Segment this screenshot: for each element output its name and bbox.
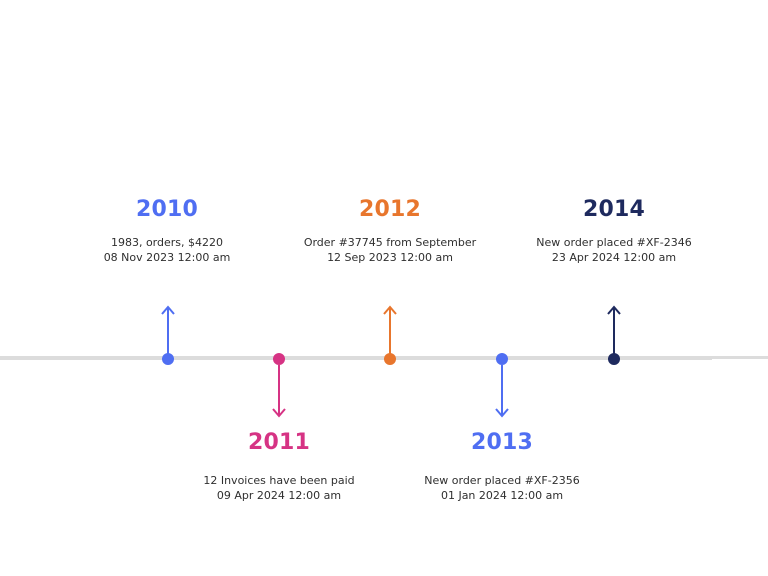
- event-date: 12 Sep 2023 12:00 am: [327, 251, 453, 264]
- arrow-up-icon: [383, 305, 397, 356]
- timeline-event-2010: 2010 1983, orders, $4220 08 Nov 2023 12:…: [57, 199, 277, 265]
- event-title: New order placed #XF-2346: [536, 236, 692, 249]
- event-title: 12 Invoices have been paid: [203, 474, 355, 487]
- timeline-event-2012: 2012 Order #37745 from September 12 Sep …: [280, 199, 500, 265]
- timeline-event-2014: 2014 New order placed #XF-2346 23 Apr 20…: [504, 199, 724, 265]
- arrow-up-icon: [161, 305, 175, 356]
- timeline-event-2013: 2013 New order placed #XF-2356 01 Jan 20…: [392, 432, 612, 503]
- timeline-dot[interactable]: [496, 353, 508, 365]
- timeline-dot[interactable]: [273, 353, 285, 365]
- event-title: Order #37745 from September: [303, 236, 477, 249]
- timeline-axis-tail: [712, 356, 768, 359]
- event-title: New order placed #XF-2356: [424, 474, 580, 487]
- event-date: 08 Nov 2023 12:00 am: [103, 251, 231, 264]
- event-year: 2012: [358, 197, 422, 222]
- timeline-axis: [0, 356, 712, 360]
- timeline-dot[interactable]: [384, 353, 396, 365]
- event-date: 23 Apr 2024 12:00 am: [551, 251, 677, 264]
- timeline-dot[interactable]: [162, 353, 174, 365]
- timeline-event-2011: 2011 12 Invoices have been paid 09 Apr 2…: [169, 432, 389, 503]
- arrow-up-icon: [607, 305, 621, 356]
- event-year: 2013: [470, 430, 534, 455]
- arrow-down-icon: [272, 365, 286, 418]
- event-year: 2014: [582, 197, 646, 222]
- arrow-down-icon: [495, 365, 509, 418]
- event-date: 09 Apr 2024 12:00 am: [216, 489, 342, 502]
- timeline-dot[interactable]: [608, 353, 620, 365]
- event-year: 2011: [247, 430, 311, 455]
- event-year: 2010: [135, 197, 199, 222]
- event-title: 1983, orders, $4220: [110, 236, 224, 249]
- event-date: 01 Jan 2024 12:00 am: [440, 489, 564, 502]
